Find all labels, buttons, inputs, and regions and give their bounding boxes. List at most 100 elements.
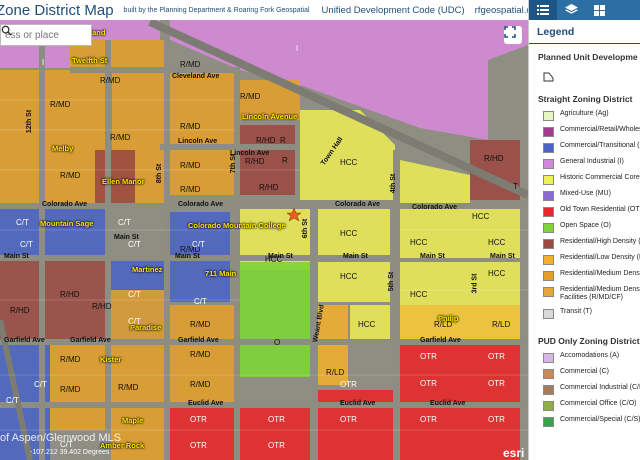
zone-label: HCC xyxy=(340,158,358,167)
udc-link[interactable]: Unified Development Code (UDC) xyxy=(322,5,465,16)
legend-swatch xyxy=(543,191,554,201)
zone-label: OTR xyxy=(420,352,437,361)
search-icon[interactable] xyxy=(1,25,89,43)
list-icon[interactable] xyxy=(529,0,557,20)
zone-label: C/T xyxy=(128,240,141,249)
esri-attribution[interactable]: esri xyxy=(503,446,524,460)
legend-item: Historic Commercial Core xyxy=(529,174,640,190)
street-main-label: Main St xyxy=(175,253,200,260)
street-7th-label: 7th St xyxy=(230,153,238,174)
zone-label: HCC xyxy=(340,272,358,281)
zone-label: R/LD xyxy=(492,320,511,329)
legend-item xyxy=(529,68,640,84)
legend-swatch xyxy=(543,159,554,169)
zone-label: R/HD xyxy=(10,306,30,315)
zone-label: R/MD xyxy=(190,380,211,389)
legend-swatch xyxy=(543,353,554,363)
mls-watermark: of Aspen/Glenwood MLS xyxy=(0,432,122,444)
fullscreen-button[interactable] xyxy=(504,26,522,44)
legend-item-label: Accomodations (A) xyxy=(560,352,620,359)
zone-label: R/MD xyxy=(180,185,201,194)
legend-item-label: Commercial/Special (C/S) xyxy=(560,416,640,423)
street-colorado-label: Colorado Ave xyxy=(42,201,87,208)
legend-item-label: Historic Commercial Core xyxy=(560,174,640,181)
search-input[interactable] xyxy=(3,28,73,42)
zone-label: C/T xyxy=(34,380,47,389)
zone-label: C/T xyxy=(16,218,29,227)
legend-item-label: Commercial/Transitional (C xyxy=(560,142,640,149)
legend-swatch xyxy=(543,401,554,411)
place-label: Lincoln Avenue xyxy=(242,112,298,121)
zone-label: R/MD xyxy=(180,122,201,131)
place-label: Mountain Sage xyxy=(40,219,94,228)
legend-item: Transit (T) xyxy=(529,308,640,324)
place-label: Ellen Manor xyxy=(102,177,145,186)
zone-label: R/HD xyxy=(256,136,276,145)
zone-label: OTR xyxy=(340,415,357,424)
legend-item: Commercial Office (C/O) xyxy=(529,400,640,416)
legend-item: General Industrial (I) xyxy=(529,158,640,174)
legend-item: Commercial/Retail/Wholes xyxy=(529,126,640,142)
street-garfield-label: Garfield Ave xyxy=(420,337,461,344)
zone-label: R/MD xyxy=(110,133,131,142)
place-label: Philip xyxy=(438,314,459,323)
legend-body: Planned Unit Developme Straight Zoning Di… xyxy=(529,44,640,438)
legend-item: Open Space (O) xyxy=(529,222,640,238)
street-main-label: Main St xyxy=(343,253,368,260)
street-3rd-label: 3rd St xyxy=(471,273,479,294)
legend-swatch xyxy=(543,69,554,82)
legend-swatch xyxy=(543,287,554,297)
zone-label: OTR xyxy=(488,415,505,424)
legend-item-label: Transit (T) xyxy=(560,308,593,315)
legend-swatch xyxy=(543,127,554,137)
legend-swatch xyxy=(543,111,554,121)
legend-panel: Legend Planned Unit Developme Straight Zo… xyxy=(528,0,640,460)
zone-label: I xyxy=(42,58,45,67)
site-link[interactable]: rfgeospatial.com xyxy=(475,5,528,16)
legend-item-label: Residential/High Density (F xyxy=(560,238,640,245)
zone-label: HCC xyxy=(488,269,506,278)
zone-label: R/MD xyxy=(190,350,211,359)
search-box[interactable] xyxy=(0,24,92,46)
zone-label: OTR xyxy=(268,441,285,450)
legend-item: Residential/High Density (F xyxy=(529,238,640,254)
street-euclid-label: Euclid Ave xyxy=(430,400,466,407)
zone-label: C/T xyxy=(6,396,19,405)
zone-label: OTR xyxy=(190,415,207,424)
legend-item-label: Residential/Low Density (R xyxy=(560,254,640,261)
zone-label: R/MD xyxy=(60,355,81,364)
zone-label: OTR xyxy=(340,380,357,389)
layers-icon[interactable] xyxy=(557,0,585,20)
zone-label: R/HD xyxy=(259,183,279,192)
zone-label: OTR xyxy=(420,379,437,388)
legend-item-label: Commercial (C) xyxy=(560,368,609,375)
legend-item: Residential/Low Density (R xyxy=(529,254,640,270)
street-lincoln-label: Lincoln Ave xyxy=(178,138,218,145)
legend-swatch xyxy=(543,239,554,249)
legend-item: Old Town Residential (OTR xyxy=(529,206,640,222)
panel-toolbar xyxy=(529,0,640,20)
street-main-label: Main St xyxy=(490,253,515,260)
zone-label: OTR xyxy=(488,379,505,388)
street-garfield-label: Garfield Ave xyxy=(178,337,219,344)
place-label: Paradise xyxy=(130,323,162,332)
map-view[interactable]: Cleveland Ave Lincoln Ave Lincoln Ave Co… xyxy=(0,0,528,460)
zone-label: OTR xyxy=(420,415,437,424)
place-label: Melby xyxy=(52,144,74,153)
place-label: 711 Main xyxy=(205,269,237,278)
zone-label: R xyxy=(282,156,288,165)
legend-item: Mixed-Use (MU) xyxy=(529,190,640,206)
legend-item: Agriculture (Ag) xyxy=(529,110,640,126)
street-6th-label: 6th St xyxy=(302,218,310,239)
basemap-icon[interactable] xyxy=(585,0,613,20)
zone-label: HCC xyxy=(410,238,428,247)
page-title: Zone District Map xyxy=(0,1,114,19)
place-label: Maple xyxy=(122,416,144,425)
place-label: Colorado Mountain College xyxy=(188,221,286,230)
legend-swatch xyxy=(543,417,554,427)
zone-label: C/T xyxy=(20,240,33,249)
zone-label: R/MD xyxy=(118,383,139,392)
legend-item: Commercial (C) xyxy=(529,368,640,384)
zone-label: R/HD xyxy=(484,154,504,163)
legend-item: Accomodations (A) xyxy=(529,352,640,368)
